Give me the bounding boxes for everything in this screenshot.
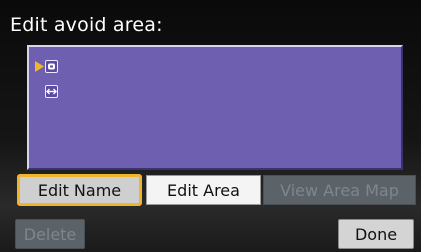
page-title: Edit avoid area:: [10, 14, 163, 36]
edit-name-button[interactable]: Edit Name: [17, 174, 142, 206]
double-arrow-icon: [45, 85, 58, 98]
edit-avoid-area-screen: Edit avoid area: Edit Name Edit Area Vie…: [0, 0, 421, 252]
view-area-map-button[interactable]: View Area Map: [263, 175, 416, 205]
avoid-area-icon: [45, 59, 58, 73]
list-item[interactable]: [35, 85, 58, 98]
done-button[interactable]: Done: [338, 219, 414, 249]
edit-area-button[interactable]: Edit Area: [146, 175, 261, 205]
selection-cursor-icon: [35, 59, 45, 73]
delete-button[interactable]: Delete: [15, 219, 85, 249]
avoid-area-list: [27, 45, 403, 170]
list-item[interactable]: [35, 59, 58, 73]
